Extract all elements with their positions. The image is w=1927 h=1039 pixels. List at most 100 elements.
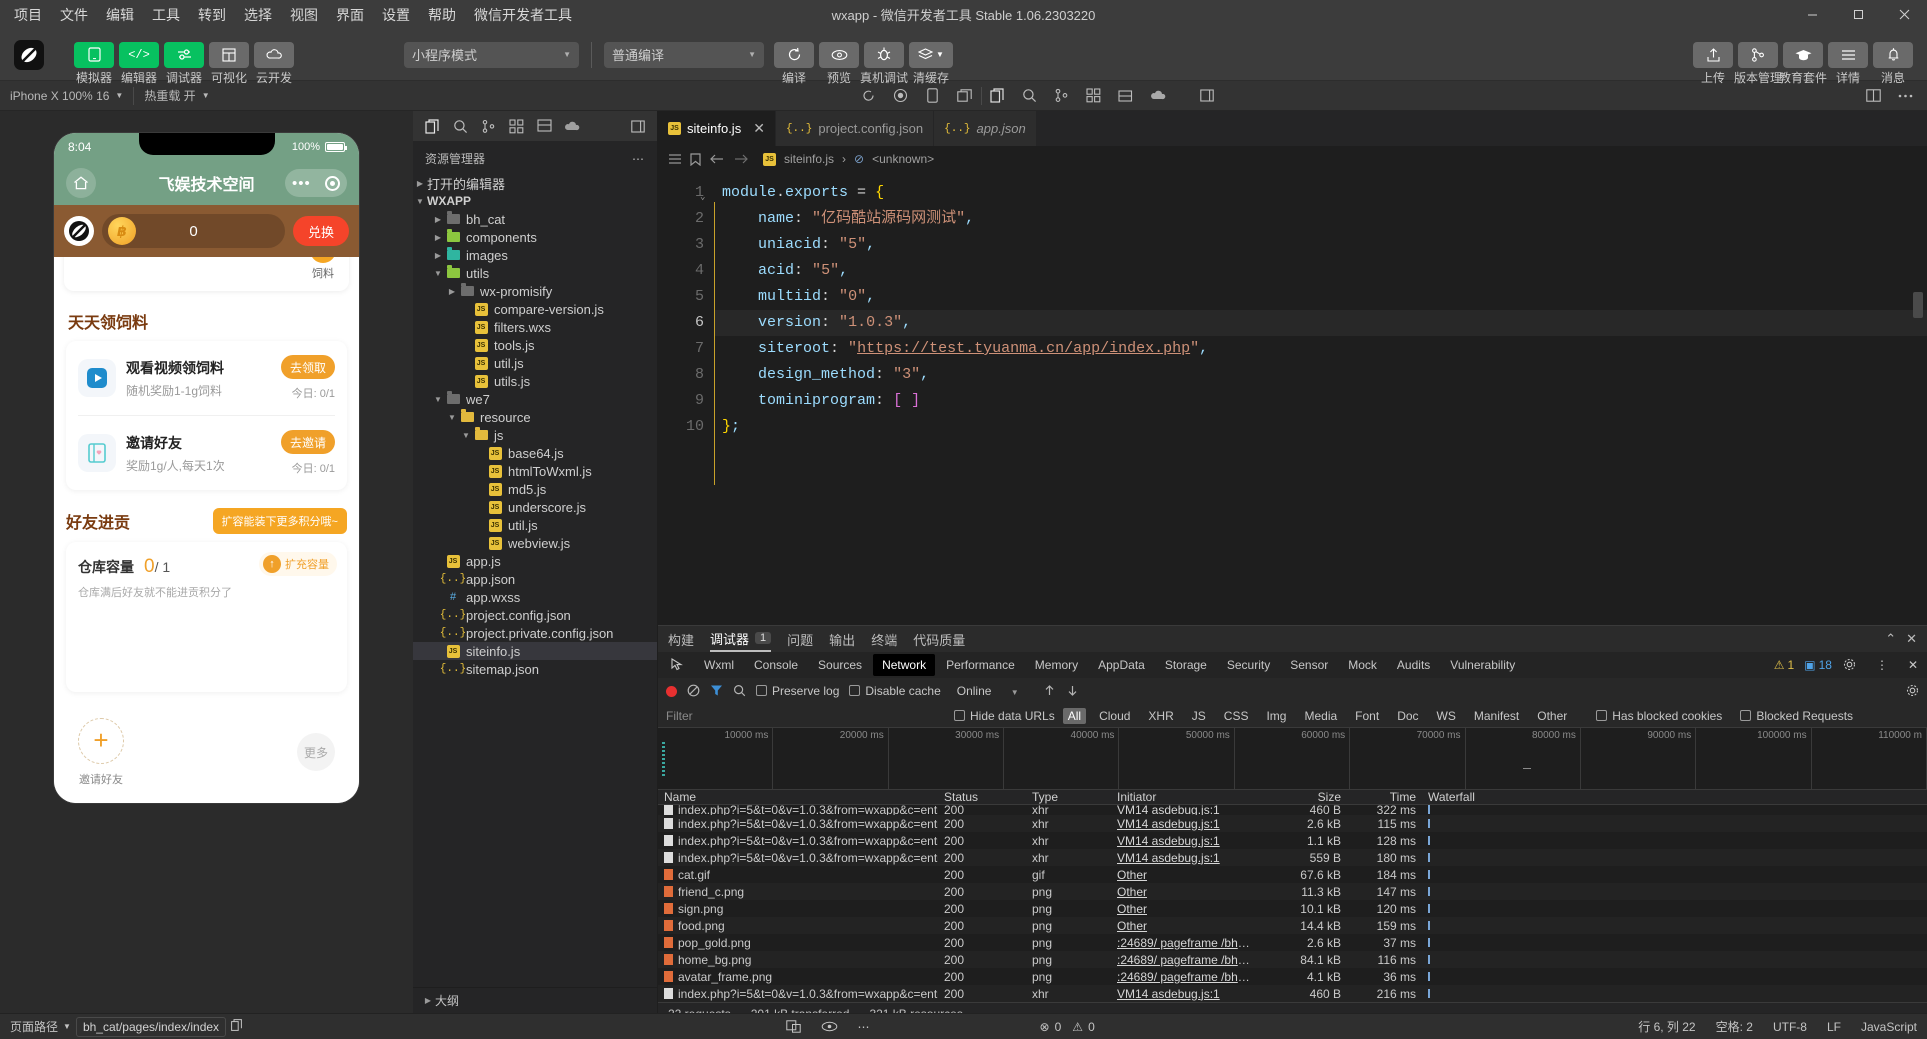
initiator-link[interactable]: Other (1117, 868, 1147, 882)
feed-badge[interactable]: 饲料 (303, 257, 343, 281)
search-icon[interactable] (733, 684, 746, 698)
initiator-link[interactable]: VM14 asdebug.js:1 (1117, 817, 1220, 831)
cell-initiator[interactable]: Other (1111, 919, 1259, 933)
status-more-icon[interactable]: ⋯ (848, 1014, 880, 1039)
disable-cache-checkbox[interactable]: Disable cache (849, 684, 941, 698)
close-icon[interactable] (1881, 0, 1927, 29)
tree-item-filters-wxs[interactable]: JS filters.wxs (413, 318, 657, 336)
devtools-tab-security[interactable]: Security (1218, 654, 1279, 676)
tree-item-app-js[interactable]: JS app.js (413, 552, 657, 570)
forward-icon[interactable] (733, 153, 749, 165)
outline-section[interactable]: ▶ 大纲 (413, 987, 657, 1013)
menu-item-help[interactable]: 帮助 (426, 3, 458, 27)
tree-item-sitemap-json[interactable]: {..} sitemap.json (413, 660, 657, 678)
devtools-tab-audits[interactable]: Audits (1388, 654, 1439, 676)
menu-item-view[interactable]: 视图 (288, 3, 320, 27)
devtools-tab-vulnerability[interactable]: Vulnerability (1441, 654, 1524, 676)
compile-select[interactable]: 普通编译 ▼ (604, 41, 764, 68)
back-icon[interactable] (709, 153, 725, 165)
devtools-tab-problems[interactable]: 问题 (787, 626, 813, 652)
menu-item-settings[interactable]: 设置 (380, 3, 412, 27)
tab-app-json[interactable]: {..} app.json (934, 111, 1037, 146)
filter-type-media[interactable]: Media (1299, 708, 1342, 724)
tree-item-siteinfo-js[interactable]: JS siteinfo.js (413, 642, 657, 660)
tree-item-app-wxss[interactable]: # app.wxss (413, 588, 657, 606)
initiator-link[interactable]: VM14 asdebug.js:1 (1117, 987, 1220, 1001)
filter-type-ws[interactable]: WS (1432, 708, 1461, 724)
table-row[interactable]: food.png 200 png Other 14.4 kB 159 ms (658, 917, 1927, 934)
filter-icon[interactable] (710, 684, 723, 698)
code-line[interactable]: design_method: "3", (714, 362, 1927, 388)
maximize-icon[interactable] (1835, 0, 1881, 29)
devtools-tab-codequality[interactable]: 代码质量 (913, 626, 965, 652)
menu-item-tools[interactable]: 工具 (150, 3, 182, 27)
filter-type-css[interactable]: CSS (1219, 708, 1254, 724)
code-line[interactable]: uniacid: "5", (714, 232, 1927, 258)
filter-type-font[interactable]: Font (1350, 708, 1384, 724)
tree-item-utils[interactable]: ▼ utils (413, 264, 657, 282)
tree-item-webview-js[interactable]: JS webview.js (413, 534, 657, 552)
expand-capacity-button[interactable]: ↑ 扩充容量 (259, 552, 337, 576)
toolbar-details-button[interactable]: 详情 (1828, 41, 1868, 85)
initiator-link[interactable]: VM14 asdebug.js:1 (1117, 805, 1220, 815)
tree-item-md5-js[interactable]: JS md5.js (413, 480, 657, 498)
layers-icon[interactable] (1110, 81, 1142, 111)
cell-initiator[interactable]: :24689/ pageframe /bh_c... (1111, 970, 1259, 984)
tree-root[interactable]: ▼ WXAPP (413, 192, 657, 210)
clear-icon[interactable] (687, 684, 700, 698)
language-mode[interactable]: JavaScript (1851, 1014, 1927, 1039)
devtools-tab-performance[interactable]: Performance (937, 654, 1024, 676)
filter-type-img[interactable]: Img (1261, 708, 1291, 724)
code-line[interactable]: module.exports = {⌄ (700, 180, 1927, 206)
tree-open-editors[interactable]: ▶ 打开的编辑器 (413, 174, 657, 192)
devtools-tab-appdata[interactable]: AppData (1089, 654, 1154, 676)
invite-friend-column[interactable]: + 邀请好友 (78, 717, 124, 787)
tree-item-htmltowxml-js[interactable]: JS htmlToWxml.js (413, 462, 657, 480)
table-row[interactable]: home_bg.png 200 png:24689/ pageframe /bh_c… (658, 951, 1927, 968)
devtools-tab-output[interactable]: 输出 (829, 626, 855, 652)
cloud-dev-icon[interactable] (1142, 81, 1174, 111)
toolbar-debugger-button[interactable]: 调试器 (164, 41, 204, 85)
search-icon[interactable] (447, 114, 473, 138)
extensions-icon[interactable] (503, 114, 529, 138)
has-blocked-cookies-checkbox[interactable]: Has blocked cookies (1596, 709, 1722, 723)
warning-count[interactable]: ⚠ 1 (1774, 658, 1794, 672)
task-button[interactable]: 去邀请 (281, 430, 335, 454)
devtools-tab-debugger[interactable]: 调试器 1 (710, 626, 772, 652)
device-select[interactable]: iPhone X 100% 16 ▼ (0, 81, 133, 111)
table-row[interactable]: sign.png 200 png Other 10.1 kB 120 ms (658, 900, 1927, 917)
table-row[interactable]: cat.gif 200 gif Other 67.6 kB 184 ms (658, 866, 1927, 883)
home-icon[interactable] (66, 168, 96, 198)
devtools-tab-console[interactable]: Console (745, 654, 807, 676)
cell-initiator[interactable]: Other (1111, 868, 1259, 882)
tree-item-util-js[interactable]: JS util.js (413, 516, 657, 534)
tree-item-components[interactable]: ▶ components (413, 228, 657, 246)
extensions-icon[interactable] (1078, 81, 1110, 111)
tree-item-util-js[interactable]: JS util.js (413, 354, 657, 372)
devtools-tab-sensor[interactable]: Sensor (1281, 654, 1337, 676)
column-name[interactable]: Name (658, 790, 938, 804)
cursor-position[interactable]: 行 6, 列 22 (1628, 1014, 1705, 1039)
devtools-tab-network[interactable]: Network (873, 654, 936, 676)
filter-input[interactable]: Filter (666, 709, 806, 723)
page-path-section[interactable]: 页面路径 ▼ bh_cat/pages/index/index (0, 1014, 252, 1039)
filter-type-all[interactable]: All (1062, 707, 1087, 724)
task-row[interactable]: 观看视频领饲料 随机奖励1-1g饲料 去领取 今日: 0/1 (78, 341, 335, 416)
more-button[interactable]: 更多 (297, 733, 335, 771)
inspect-element-icon[interactable] (662, 654, 693, 676)
devtools-tab-wxml[interactable]: Wxml (695, 654, 743, 676)
code-line[interactable]: acid: "5", (714, 258, 1927, 284)
close-target-icon[interactable] (324, 175, 340, 191)
task-row[interactable]: 邀请好友 奖励1g/人,每天1次 去邀请 今日: 0/1 (78, 416, 335, 490)
indent-setting[interactable]: 空格: 2 (1706, 1014, 1763, 1039)
record-button[interactable] (666, 685, 677, 697)
table-row[interactable]: index.php?i=5&t=0&v=1.0.3&from=wxapp&c=e… (658, 815, 1927, 832)
initiator-link[interactable]: Other (1117, 885, 1147, 899)
tree-item-base64-js[interactable]: JS base64.js (413, 444, 657, 462)
tab-siteinfo-js[interactable]: JS siteinfo.js ✕ (658, 111, 776, 146)
devtools-close-icon[interactable]: ✕ (1899, 654, 1927, 676)
bookmark-icon[interactable] (690, 152, 701, 166)
initiator-link[interactable]: Other (1117, 919, 1147, 933)
code-line[interactable]: }; (714, 414, 1927, 440)
filter-type-xhr[interactable]: XHR (1143, 708, 1178, 724)
